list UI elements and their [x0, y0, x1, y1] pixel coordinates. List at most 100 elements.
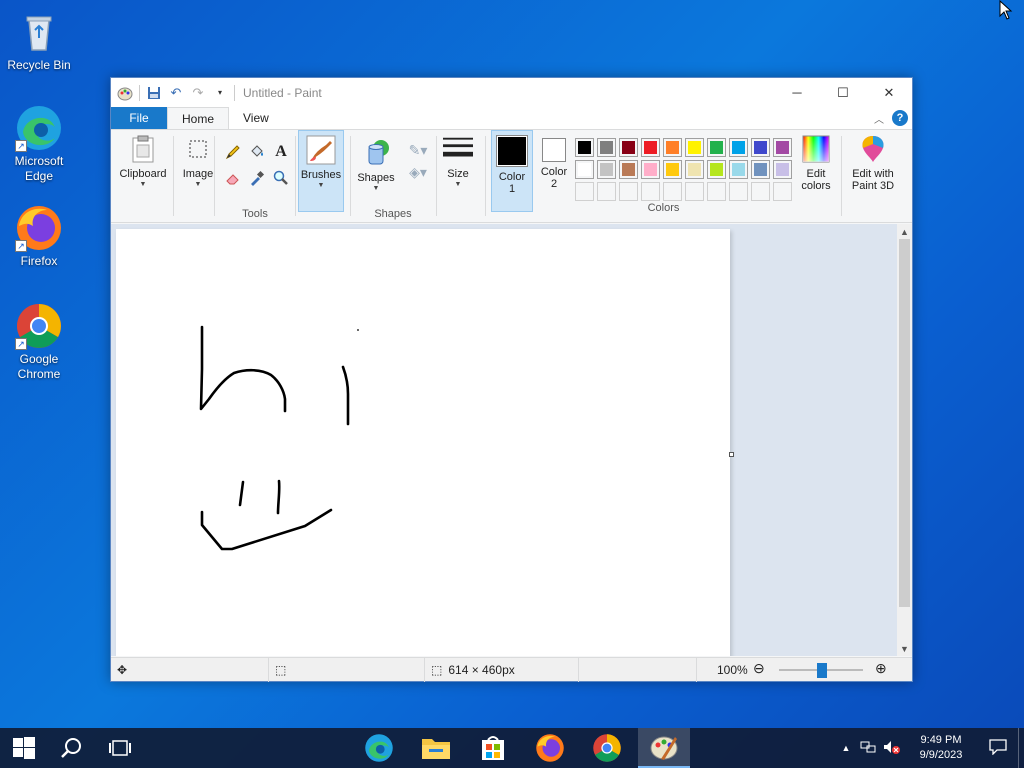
scroll-up-icon[interactable]: ▲ [897, 224, 912, 239]
pencil-icon[interactable] [223, 142, 243, 162]
palette-color-swatch[interactable] [707, 160, 726, 179]
palette-color-swatch[interactable] [641, 160, 660, 179]
scroll-down-icon[interactable]: ▼ [897, 641, 912, 656]
palette-color-swatch[interactable] [663, 160, 682, 179]
desktop-icon-chrome[interactable]: ↗ Google Chrome [4, 302, 74, 382]
palette-color-swatch[interactable] [619, 160, 638, 179]
palette-color-swatch[interactable] [663, 138, 682, 157]
maximize-button[interactable]: ☐ [820, 78, 866, 107]
network-icon[interactable] [856, 740, 880, 757]
zoom-out-icon[interactable]: ⊖ [753, 660, 765, 677]
color1-button[interactable]: Color 1 [491, 130, 533, 212]
shapes-button[interactable]: Shapes ▼ [354, 134, 398, 216]
zoom-in-icon[interactable]: ⊕ [875, 660, 887, 677]
paint-app-icon[interactable] [117, 85, 133, 101]
palette-custom-slot[interactable] [729, 182, 748, 201]
palette-color-swatch[interactable] [751, 160, 770, 179]
palette-color-swatch[interactable] [619, 138, 638, 157]
palette-color-swatch[interactable] [575, 138, 594, 157]
edit-colors-button[interactable]: Edit colors [795, 130, 837, 212]
ribbon-tabs: File Home View ︿ ? [111, 107, 912, 130]
outline-icon[interactable]: ✎▾ [404, 140, 432, 160]
palette-custom-slot[interactable] [773, 182, 792, 201]
brushes-button[interactable]: Brushes ▼ [298, 130, 344, 212]
canvas-resize-right-handle[interactable] [729, 452, 734, 457]
zoom-slider-thumb[interactable] [817, 663, 827, 678]
show-desktop-button[interactable] [1018, 728, 1024, 768]
save-icon[interactable] [146, 85, 162, 101]
palette-color-swatch[interactable] [597, 160, 616, 179]
system-tray: ▲ 9:49 PM 9/9/2023 [836, 728, 1024, 768]
selection-size: ⬚ [269, 658, 425, 682]
taskbar-chrome[interactable] [583, 728, 631, 768]
palette-custom-slot[interactable] [641, 182, 660, 201]
fill-icon[interactable]: ◈▾ [404, 162, 432, 182]
minimize-button[interactable]: ─ [774, 78, 820, 107]
mouse-cursor-icon [999, 0, 1013, 20]
collapse-ribbon-icon[interactable]: ︿ [874, 111, 884, 126]
palette-custom-slot[interactable] [751, 182, 770, 201]
color-picker-icon[interactable] [247, 168, 267, 188]
palette-color-swatch[interactable] [707, 138, 726, 157]
palette-color-swatch[interactable] [575, 160, 594, 179]
shapes-icon [361, 138, 391, 168]
size-button[interactable]: Size ▼ [438, 130, 478, 212]
palette-color-swatch[interactable] [685, 138, 704, 157]
eraser-icon[interactable] [223, 168, 243, 188]
image-label: Image [182, 168, 214, 180]
palette-color-swatch[interactable] [773, 138, 792, 157]
palette-custom-slot[interactable] [619, 182, 638, 201]
text-tool-icon[interactable]: A [271, 142, 291, 162]
palette-color-swatch[interactable] [773, 160, 792, 179]
search-button[interactable] [48, 728, 96, 768]
palette-custom-slot[interactable] [663, 182, 682, 201]
edit-with-paint3d-button[interactable]: Edit with Paint 3D [845, 130, 901, 212]
close-button[interactable]: ✕ [866, 78, 912, 107]
title-bar[interactable]: ↶ ↷ ▾ Untitled - Paint ─ ☐ ✕ [111, 78, 912, 107]
task-view-button[interactable] [96, 728, 144, 768]
selection-size-icon: ⬚ [275, 663, 287, 677]
desktop-icon-recycle-bin[interactable]: Recycle Bin [4, 8, 74, 73]
palette-custom-slot[interactable] [597, 182, 616, 201]
clock[interactable]: 9:49 PM 9/9/2023 [904, 733, 978, 763]
taskbar-paint[interactable] [638, 728, 690, 768]
canvas-workarea[interactable] [111, 224, 897, 656]
taskbar-edge[interactable] [355, 728, 403, 768]
windows-logo-icon [13, 737, 35, 759]
clipboard-button[interactable]: Clipboard ▼ [117, 130, 169, 212]
palette-color-swatch[interactable] [729, 160, 748, 179]
palette-color-swatch[interactable] [685, 160, 704, 179]
image-button[interactable]: Image ▼ [177, 130, 219, 212]
palette-color-swatch[interactable] [597, 138, 616, 157]
palette-color-swatch[interactable] [751, 138, 770, 157]
scroll-thumb[interactable] [899, 239, 910, 607]
taskbar-file-explorer[interactable] [412, 728, 460, 768]
taskbar-store[interactable] [469, 728, 517, 768]
tab-file[interactable]: File [111, 107, 167, 129]
volume-muted-icon[interactable] [880, 740, 904, 757]
help-icon[interactable]: ? [892, 110, 908, 126]
tab-home[interactable]: Home [167, 107, 230, 129]
notifications-icon[interactable] [978, 738, 1018, 758]
customize-qat-icon[interactable]: ▾ [212, 85, 228, 101]
drawing-canvas[interactable] [116, 229, 730, 656]
redo-icon[interactable]: ↷ [190, 85, 206, 101]
undo-icon[interactable]: ↶ [168, 85, 184, 101]
palette-color-swatch[interactable] [729, 138, 748, 157]
desktop-icon-edge[interactable]: ↗ Microsoft Edge [4, 104, 74, 184]
color2-label: Color [540, 166, 568, 178]
vertical-scrollbar[interactable]: ▲ ▼ [897, 224, 912, 656]
palette-custom-slot[interactable] [685, 182, 704, 201]
taskbar-firefox[interactable] [526, 728, 574, 768]
fill-bucket-icon[interactable] [247, 142, 267, 162]
magnifier-icon[interactable] [271, 168, 291, 188]
palette-custom-slot[interactable] [707, 182, 726, 201]
color2-button[interactable]: Color 2 [534, 130, 574, 212]
desktop-icon-firefox[interactable]: ↗ Firefox [4, 204, 74, 269]
palette-custom-slot[interactable] [575, 182, 594, 201]
palette-color-swatch[interactable] [641, 138, 660, 157]
firefox-icon: ↗ [15, 204, 63, 252]
tab-view[interactable]: View [229, 107, 283, 129]
start-button[interactable] [0, 728, 48, 768]
show-hidden-icons-icon[interactable]: ▲ [836, 743, 856, 753]
